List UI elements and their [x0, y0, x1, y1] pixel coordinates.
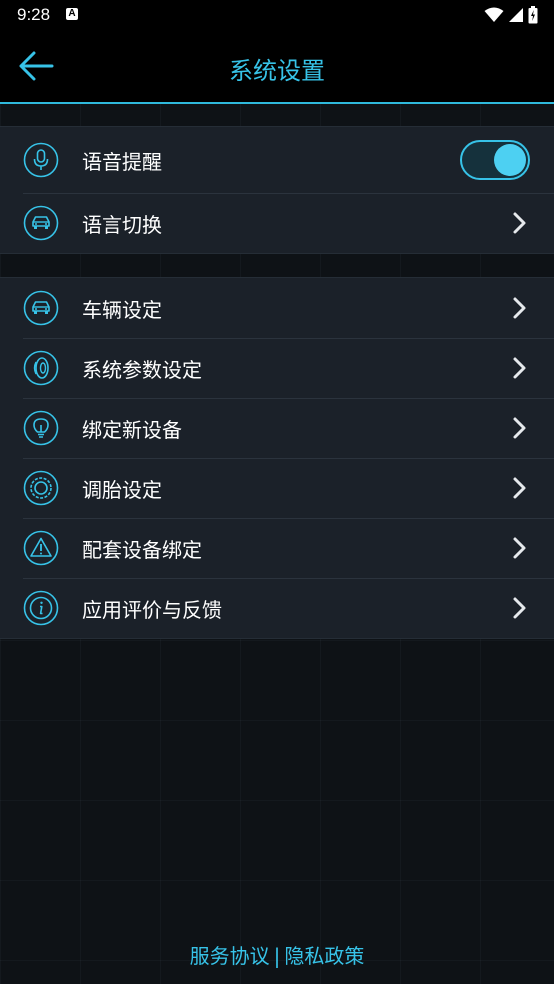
- toggle-knob: [494, 144, 526, 176]
- wheel-icon: [23, 470, 59, 506]
- setting-row-vehicle-settings[interactable]: 车辆设定: [0, 278, 554, 338]
- setting-label: 车辆设定: [82, 297, 162, 322]
- car-icon: [23, 290, 59, 326]
- car-icon: [23, 205, 59, 241]
- chevron-right-icon: [512, 296, 528, 320]
- chevron-right-icon: [512, 356, 528, 380]
- chevron-right-icon: [512, 416, 528, 440]
- setting-row-tire-rotation[interactable]: 调胎设定: [0, 458, 554, 518]
- app-header: 系统设置: [0, 30, 554, 104]
- setting-label: 系统参数设定: [82, 357, 202, 382]
- footer-links: 服务协议 | 隐私政策: [0, 940, 554, 969]
- notification-badge: A: [66, 8, 78, 20]
- setting-label: 配套设备绑定: [82, 537, 202, 562]
- setting-label: 应用评价与反馈: [82, 597, 222, 622]
- setting-label: 语音提醒: [82, 149, 162, 174]
- status-time: 9:28: [17, 5, 51, 24]
- setting-row-app-feedback[interactable]: 应用评价与反馈: [0, 578, 554, 638]
- lightbulb-icon: [23, 410, 59, 446]
- setting-label: 调胎设定: [82, 477, 162, 502]
- status-bar: 9:28 A: [0, 0, 554, 30]
- settings-group-voice: 语音提醒 语言切换: [0, 126, 554, 254]
- status-icons: [484, 6, 538, 24]
- voice-reminder-toggle[interactable]: [460, 140, 530, 180]
- footer-separator: |: [273, 944, 281, 968]
- microphone-icon: [23, 142, 59, 178]
- setting-label: 语言切换: [82, 212, 162, 237]
- setting-row-voice-reminder[interactable]: 语音提醒: [0, 127, 554, 193]
- setting-row-system-parameters[interactable]: 系统参数设定: [0, 338, 554, 398]
- settings-screen: 9:28 A 系统设置 语音提醒 语言切换 车辆设定 系统参数设定 绑定新设备 …: [0, 0, 554, 984]
- setting-label: 绑定新设备: [82, 417, 182, 442]
- info-icon: [23, 590, 59, 626]
- chevron-right-icon: [512, 476, 528, 500]
- setting-row-bind-new-device[interactable]: 绑定新设备: [0, 398, 554, 458]
- battery-icon: [528, 6, 538, 24]
- service-agreement-link[interactable]: 服务协议: [190, 944, 270, 968]
- chevron-right-icon: [512, 211, 528, 235]
- privacy-policy-link[interactable]: 隐私政策: [284, 944, 364, 968]
- chevron-right-icon: [512, 596, 528, 620]
- wifi-icon: [484, 7, 504, 22]
- settings-group-device: 车辆设定 系统参数设定 绑定新设备 调胎设定 配套设备绑定 应用评价与反馈: [0, 277, 554, 639]
- setting-row-language-switch[interactable]: 语言切换: [0, 193, 554, 253]
- cellular-signal-icon: [509, 8, 523, 22]
- warning-icon: [23, 530, 59, 566]
- chevron-right-icon: [512, 536, 528, 560]
- tire-icon: [23, 350, 59, 386]
- setting-row-accessory-binding[interactable]: 配套设备绑定: [0, 518, 554, 578]
- page-title: 系统设置: [229, 57, 325, 85]
